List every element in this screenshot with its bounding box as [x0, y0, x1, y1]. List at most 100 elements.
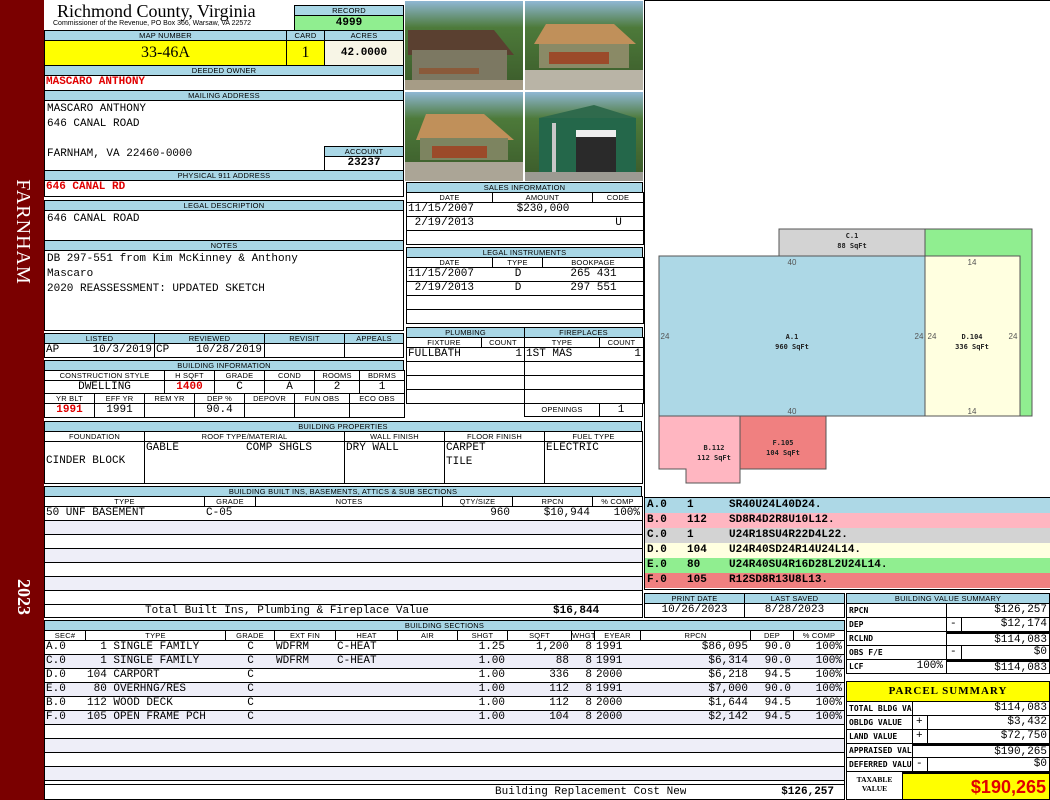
section-cell: 8	[585, 697, 592, 709]
openings-label: OPENINGS	[524, 403, 600, 417]
section-cell: 1.00	[478, 669, 505, 681]
section-cell: 1.00	[478, 655, 505, 667]
building-info-value: 1991	[94, 403, 145, 418]
section-row	[44, 766, 845, 781]
area-sqft: 104 SqFt	[766, 449, 800, 457]
value-summary-label-cell: DEP	[846, 617, 947, 632]
value-summary-value: $12,174	[1000, 618, 1047, 630]
instrument-row	[406, 309, 644, 324]
photo-garage[interactable]	[525, 92, 643, 181]
built-in-row	[44, 562, 643, 577]
town-label: FARNHAM	[12, 179, 34, 285]
photo-house-rear[interactable]	[405, 1, 523, 90]
area-sqft: 960 SqFt	[775, 343, 809, 351]
section-cell: C	[247, 641, 254, 653]
foundation-value: CINDER BLOCK	[46, 455, 126, 467]
building-info-value	[294, 403, 350, 418]
parcel-summary-value-cell: $114,083	[912, 701, 1050, 716]
sketch-segments: A.0 1 SR40U24L40D24. B.0 112 SD8R4D2R8U10L12.…	[644, 497, 1050, 590]
segment-row[interactable]: F.0 105 R12SD8R13U8L13.	[645, 573, 1050, 588]
area-label: B.112	[703, 444, 724, 452]
last-saved-date: 8/28/2023	[744, 603, 845, 618]
section-cell: B.0	[46, 697, 66, 709]
legal-description-box: 646 CANAL ROAD	[44, 210, 404, 241]
segment-row[interactable]: D.0 104 U24R40SD24R14U24L14.	[645, 543, 1050, 558]
roof-type-value: GABLE	[146, 442, 180, 454]
print-date: 10/26/2023	[644, 603, 745, 618]
building-info-value	[349, 403, 405, 418]
replacement-cost-total: $126,257	[781, 786, 834, 798]
dimension: 24	[661, 332, 670, 341]
fuel-type-value: ELECTRIC	[546, 442, 599, 454]
built-ins-total-row: Total Built Ins, Plumbing & Fireplace Va…	[44, 604, 643, 618]
divider	[927, 730, 928, 743]
area-label: A.1	[786, 333, 799, 341]
segment-code: 105	[687, 574, 707, 586]
section-cell: C-HEAT	[337, 655, 377, 667]
mailing-line: 646 CANAL ROAD	[47, 118, 140, 130]
instrument-cell: 11/15/2007	[408, 268, 475, 280]
roof-material-value: COMP SHGLS	[246, 442, 313, 454]
photo-house-side[interactable]	[525, 1, 643, 90]
mailing-line: MASCARO ANTHONY	[47, 103, 147, 115]
value-summary-label-cell: LCF 100%	[846, 659, 947, 674]
built-in-row	[44, 548, 643, 563]
segment-code: 104	[687, 544, 707, 556]
section-cell: 1 SINGLE FAMILY	[87, 655, 200, 667]
building-info-value	[244, 403, 295, 418]
segment-row[interactable]: E.0 80 U24R40SU4R16D28L2U24L14.	[645, 558, 1050, 573]
section-cell: 1.00	[478, 697, 505, 709]
plumbing-row: FULLBATH 1	[406, 347, 525, 362]
segment-section: B.0	[647, 514, 667, 526]
section-cell: F.0	[46, 711, 66, 723]
section-cell: 112 WOOD DECK	[87, 697, 173, 709]
floor-finish-value: CARPET	[446, 442, 486, 454]
listed-date: 10/3/2019	[92, 344, 152, 356]
section-cell: 90.0	[764, 683, 791, 695]
section-cell: $2,142	[708, 711, 748, 723]
parcel-summary-label-cell: OBLDG VALUE	[846, 715, 913, 730]
segment-row[interactable]: A.0 1 SR40U24L40D24.	[645, 498, 1050, 513]
built-in-row	[44, 520, 643, 535]
plumbing-row	[406, 375, 525, 390]
acres-value: 42.0000	[324, 40, 404, 66]
segment-row[interactable]: B.0 112 SD8R4D2R8U10L12.	[645, 513, 1050, 528]
segment-row[interactable]: C.0 1 U24R18SU4R22D4L22.	[645, 528, 1050, 543]
section-cell: 100%	[815, 655, 842, 667]
section-cell: C	[247, 711, 254, 723]
building-info-value: 90.4	[194, 403, 245, 418]
area-label: C.1	[846, 232, 859, 240]
value-summary-label-cell: RCLND	[846, 631, 947, 646]
fireplace-row	[524, 361, 644, 376]
fireplace-cell: 1	[634, 348, 641, 360]
segment-path: SD8R4D2R8U10L12.	[729, 514, 835, 526]
section-cell: 90.0	[764, 641, 791, 653]
map-number: 33-46A	[44, 40, 287, 66]
value-summary-value-cell: - $12,174	[946, 617, 1050, 632]
dimension: 24	[1009, 332, 1018, 341]
section-cell: $1,644	[708, 697, 748, 709]
built-in-cell: 960	[490, 507, 510, 519]
instrument-cell: 2/19/2013	[408, 282, 475, 294]
segment-section: F.0	[647, 574, 667, 586]
sketch-area-b[interactable]	[658, 415, 741, 484]
section-cell: 94.5	[764, 669, 791, 681]
value-summary-label: RCLND	[849, 634, 874, 643]
mailing-line: FARNHAM, VA 22460-0000	[47, 148, 193, 160]
section-cell: 88	[555, 655, 569, 667]
section-row: E.0 80 OVERHNG/RES C 1.00 112 8 1991 $7,000 90.…	[44, 682, 845, 697]
instrument-row: 2/19/2013 D 297 551	[406, 281, 644, 296]
section-cell: 112	[549, 697, 569, 709]
physical-address: 646 CANAL RD	[44, 180, 404, 197]
section-cell: 1991	[596, 683, 623, 695]
section-cell: 8	[585, 655, 592, 667]
instrument-row: 11/15/2007 D 265 431	[406, 267, 644, 282]
divider	[927, 758, 928, 771]
parcel-summary-value-cell: + $72,750	[912, 729, 1050, 744]
building-info-value: 1991	[44, 403, 95, 418]
parcel-summary-sign: +	[916, 716, 923, 728]
value-summary-sign: -	[950, 618, 957, 630]
section-cell: 100%	[815, 697, 842, 709]
photo-house-front[interactable]	[405, 92, 523, 181]
section-row: D.0 104 CARPORT C 1.00 336 8 2000 $6,218 94.5 100…	[44, 668, 845, 683]
